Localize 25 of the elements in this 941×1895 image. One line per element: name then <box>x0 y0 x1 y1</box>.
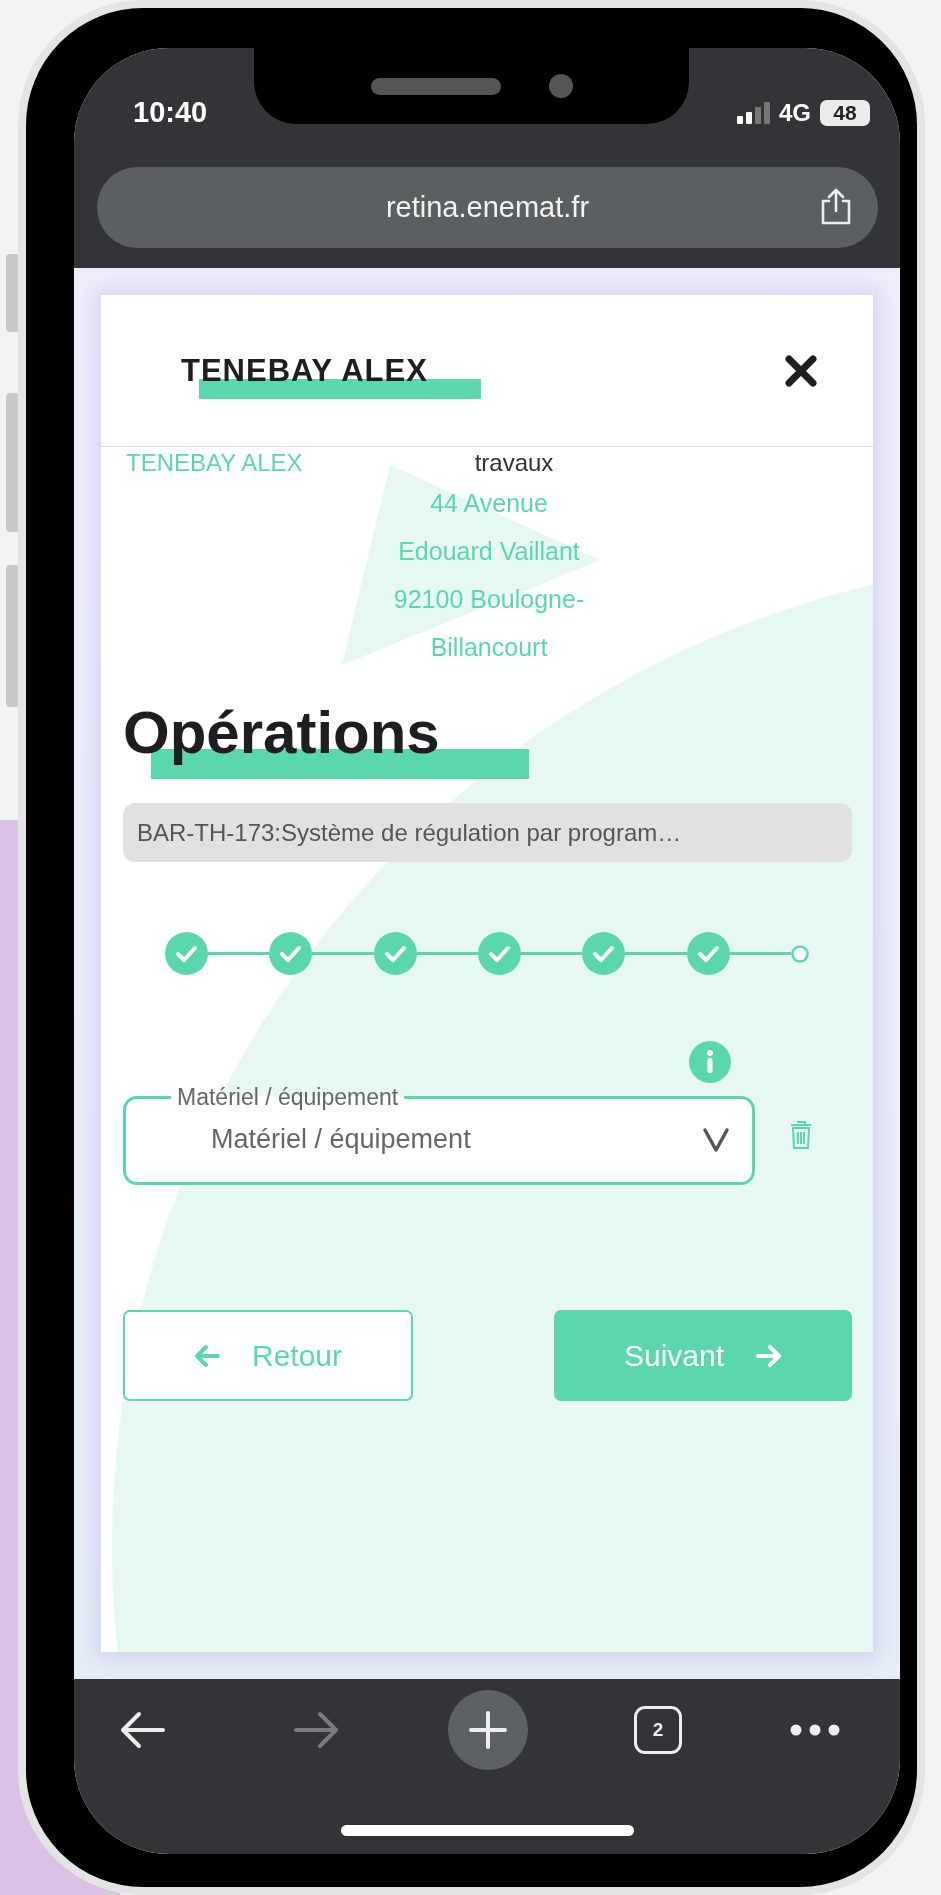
arrow-left-icon <box>193 1342 222 1369</box>
site-label: travaux <box>473 449 555 478</box>
battery-level: 48 <box>820 99 870 126</box>
more-icon[interactable] <box>790 1724 840 1736</box>
info-icon[interactable] <box>689 1041 731 1083</box>
client-name: TENEBAY ALEX <box>126 449 304 478</box>
plus-icon <box>469 1711 507 1749</box>
operation-chip[interactable]: BAR-TH-173:Système de régulation par program… <box>123 803 852 862</box>
camera-dot <box>548 74 573 98</box>
close-icon[interactable] <box>785 354 817 387</box>
network-type: 4G <box>779 98 811 127</box>
tab-count-button[interactable]: 2 <box>634 1706 682 1754</box>
clock-time: 10:40 <box>133 96 208 129</box>
chevron-icon <box>702 1126 730 1153</box>
arrow-right-icon <box>754 1342 783 1369</box>
section-heading: Opérations <box>123 699 440 766</box>
select-field[interactable]: Matériel / équipement Matériel / équipement <box>123 1084 755 1185</box>
back-arrow-icon[interactable] <box>119 1710 167 1750</box>
modal-title: TENEBAY ALEX <box>181 352 428 388</box>
site-address: 44 Avenue Edouard Vaillant 92100 Boulogne- Billancourt <box>392 488 586 663</box>
url-text: retina.enemat.fr <box>385 191 590 224</box>
field-label: Matériel / équipement <box>176 1084 400 1111</box>
signal-icon <box>737 101 770 124</box>
address-bar[interactable]: retina.enemat.fr <box>97 167 878 248</box>
trash-icon[interactable] <box>788 1119 814 1150</box>
